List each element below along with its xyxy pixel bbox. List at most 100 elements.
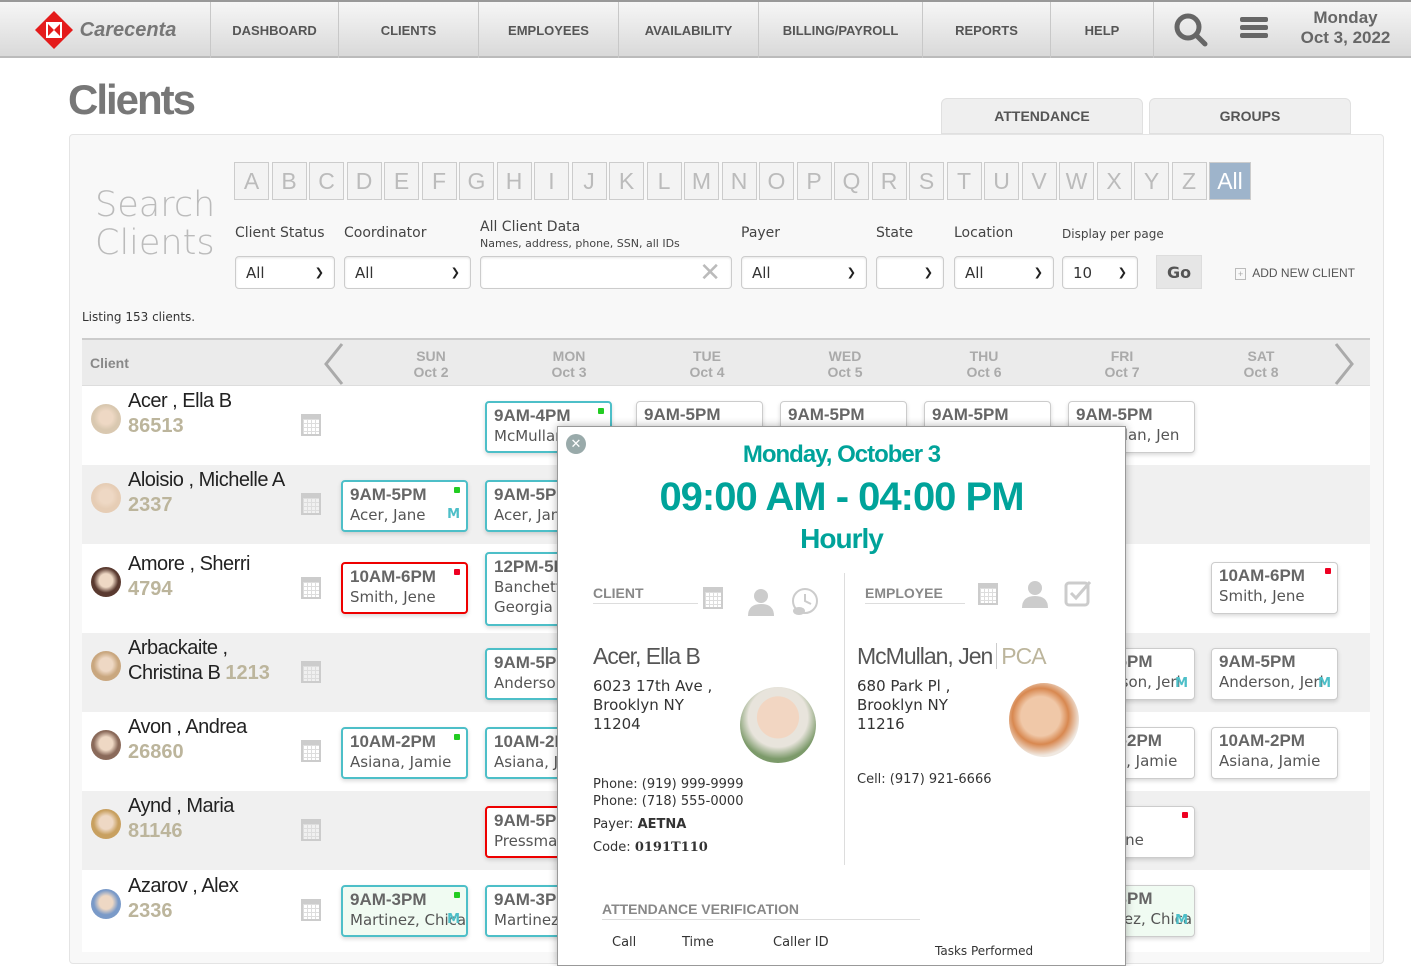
- client-info[interactable]: Azarov , Alex 2336: [128, 874, 328, 924]
- letter-filter-i[interactable]: I: [534, 162, 569, 200]
- client-info[interactable]: Aynd , Maria 81146: [128, 794, 328, 844]
- letter-filter-v[interactable]: V: [1021, 162, 1057, 200]
- client-name[interactable]: Avon , Andrea: [128, 716, 247, 738]
- client-info[interactable]: Aloisio , Michelle A 2337: [128, 468, 328, 518]
- client-info[interactable]: Avon , Andrea 26860: [128, 715, 328, 765]
- letter-filter-b[interactable]: B: [271, 162, 307, 200]
- letter-filter-j[interactable]: J: [571, 162, 607, 200]
- letter-filter-all[interactable]: All: [1209, 162, 1251, 200]
- nav-billing-payroll[interactable]: BILLING/PAYROLL: [758, 2, 922, 58]
- letter-filter-a[interactable]: A: [234, 162, 269, 200]
- shift-card[interactable]: 9AM-3PM Martinez, ChicaM: [341, 885, 468, 937]
- nav-clients[interactable]: CLIENTS: [338, 2, 478, 58]
- tab-groups[interactable]: GROUPS: [1149, 98, 1351, 134]
- person-icon[interactable]: [1020, 579, 1050, 609]
- client-avatar: [91, 650, 121, 681]
- page-title: Clients: [68, 76, 196, 123]
- letter-filter-l[interactable]: L: [646, 162, 682, 200]
- payer-select[interactable]: All ❯: [741, 256, 867, 289]
- client-name[interactable]: Arbackaite , Christina B: [128, 637, 228, 684]
- client-name[interactable]: Aloisio , Michelle A: [128, 469, 285, 491]
- letter-filter-k[interactable]: K: [609, 162, 644, 200]
- add-new-client-link[interactable]: + ADD NEW CLIENT: [1235, 266, 1355, 280]
- client-avatar: [91, 403, 121, 434]
- letter-filter-c[interactable]: C: [309, 162, 344, 200]
- day-name: THU: [969, 348, 999, 364]
- shift-card[interactable]: 10AM-2PM Asiana, Jamie: [341, 727, 468, 779]
- client-info[interactable]: Acer , Ella B 86513: [128, 389, 328, 439]
- letter-filter-s[interactable]: S: [909, 162, 944, 200]
- calendar-icon[interactable]: [978, 583, 998, 605]
- letter-filter-n[interactable]: N: [721, 162, 757, 200]
- day-name: SUN: [416, 348, 446, 364]
- client-name[interactable]: Amore , Sherri: [128, 553, 250, 575]
- coordinator-select[interactable]: All ❯: [344, 256, 471, 289]
- shift-card[interactable]: 10AM-6PM Smith, Jene: [341, 562, 468, 614]
- brand-logo[interactable]: Carecenta: [0, 2, 210, 58]
- prev-week-icon[interactable]: [322, 342, 346, 386]
- current-date: Monday Oct 3, 2022: [1280, 8, 1411, 48]
- client-status-value: All: [246, 263, 265, 282]
- go-button[interactable]: Go: [1156, 255, 1202, 289]
- letter-filter-p[interactable]: P: [796, 162, 832, 200]
- state-select[interactable]: ❯: [876, 256, 944, 289]
- shift-card[interactable]: 9AM-5PM Anderson, JeriM: [1211, 648, 1338, 700]
- letter-filter-y[interactable]: Y: [1134, 162, 1169, 200]
- menu-button[interactable]: [1240, 15, 1268, 45]
- shift-card[interactable]: 10AM-2PM Asiana, Jamie: [1211, 727, 1338, 779]
- location-select[interactable]: All ❯: [954, 256, 1054, 289]
- shift-card[interactable]: 10AM-6PM Smith, Jene: [1211, 562, 1338, 614]
- client-name[interactable]: Aynd , Maria: [128, 795, 234, 817]
- letter-filter-u[interactable]: U: [984, 162, 1019, 200]
- calendar-icon[interactable]: [301, 492, 321, 515]
- client-info[interactable]: Amore , Sherri 4794: [128, 552, 328, 602]
- shift-time: 9AM-4PM: [494, 406, 571, 425]
- all-client-data-input[interactable]: ✕: [480, 256, 732, 289]
- letter-filter-h[interactable]: H: [496, 162, 532, 200]
- day-date: Oct 8: [1243, 364, 1279, 380]
- letter-filter-f[interactable]: F: [421, 162, 457, 200]
- calendar-icon[interactable]: [301, 818, 321, 841]
- tab-attendance[interactable]: ATTENDANCE: [941, 98, 1143, 134]
- next-week-icon[interactable]: [1332, 342, 1356, 386]
- nav-employees[interactable]: EMPLOYEES: [478, 2, 618, 58]
- search-button[interactable]: [1153, 2, 1228, 58]
- client-info[interactable]: Arbackaite , Christina B 1213: [128, 636, 288, 686]
- letter-filter-t[interactable]: T: [946, 162, 982, 200]
- calendar-icon[interactable]: [301, 739, 321, 762]
- calendar-icon[interactable]: [301, 899, 321, 921]
- person-icon[interactable]: [746, 587, 776, 617]
- checkbox-icon[interactable]: [1064, 579, 1092, 607]
- letter-filter-w[interactable]: W: [1059, 162, 1094, 200]
- calendar-icon[interactable]: [301, 576, 321, 599]
- calendar-icon[interactable]: [703, 587, 723, 609]
- client-name[interactable]: Azarov , Alex: [128, 875, 239, 897]
- chevron-down-icon: ❯: [846, 266, 856, 279]
- per-page-select[interactable]: 10 ❯: [1062, 256, 1138, 289]
- nav-availability[interactable]: AVAILABILITY: [618, 2, 758, 58]
- nav-dashboard[interactable]: DASHBOARD: [210, 2, 338, 58]
- clock-money-icon[interactable]: [790, 587, 820, 617]
- client-status-select[interactable]: All ❯: [235, 256, 335, 289]
- client-id: 1213: [225, 661, 270, 684]
- letter-filter-o[interactable]: O: [759, 162, 794, 200]
- calendar-icon[interactable]: [301, 413, 321, 436]
- shift-card[interactable]: 9AM-5PM Acer, Jane M: [341, 480, 468, 532]
- letter-filter-q[interactable]: Q: [834, 162, 869, 200]
- letter-filter-e[interactable]: E: [384, 162, 419, 200]
- letter-filter-d[interactable]: D: [346, 162, 382, 200]
- calendar-icon[interactable]: [301, 660, 321, 683]
- nav-reports[interactable]: REPORTS: [922, 2, 1050, 58]
- nav-help[interactable]: HELP: [1050, 2, 1153, 58]
- letter-filter-z[interactable]: Z: [1171, 162, 1207, 200]
- add-new-client-label: ADD NEW CLIENT: [1252, 266, 1355, 280]
- shift-employee: Smith, Jene: [1219, 587, 1305, 605]
- letter-filter-x[interactable]: X: [1096, 162, 1132, 200]
- client-name[interactable]: Acer , Ella B: [128, 390, 232, 412]
- letter-filter-r[interactable]: R: [871, 162, 907, 200]
- letter-filter-m[interactable]: M: [684, 162, 719, 200]
- letter-filter-g[interactable]: G: [459, 162, 494, 200]
- current-date-text: Oct 3, 2022: [1300, 28, 1391, 47]
- brand-name: Carecenta: [79, 18, 177, 41]
- clear-icon[interactable]: ✕: [699, 258, 721, 288]
